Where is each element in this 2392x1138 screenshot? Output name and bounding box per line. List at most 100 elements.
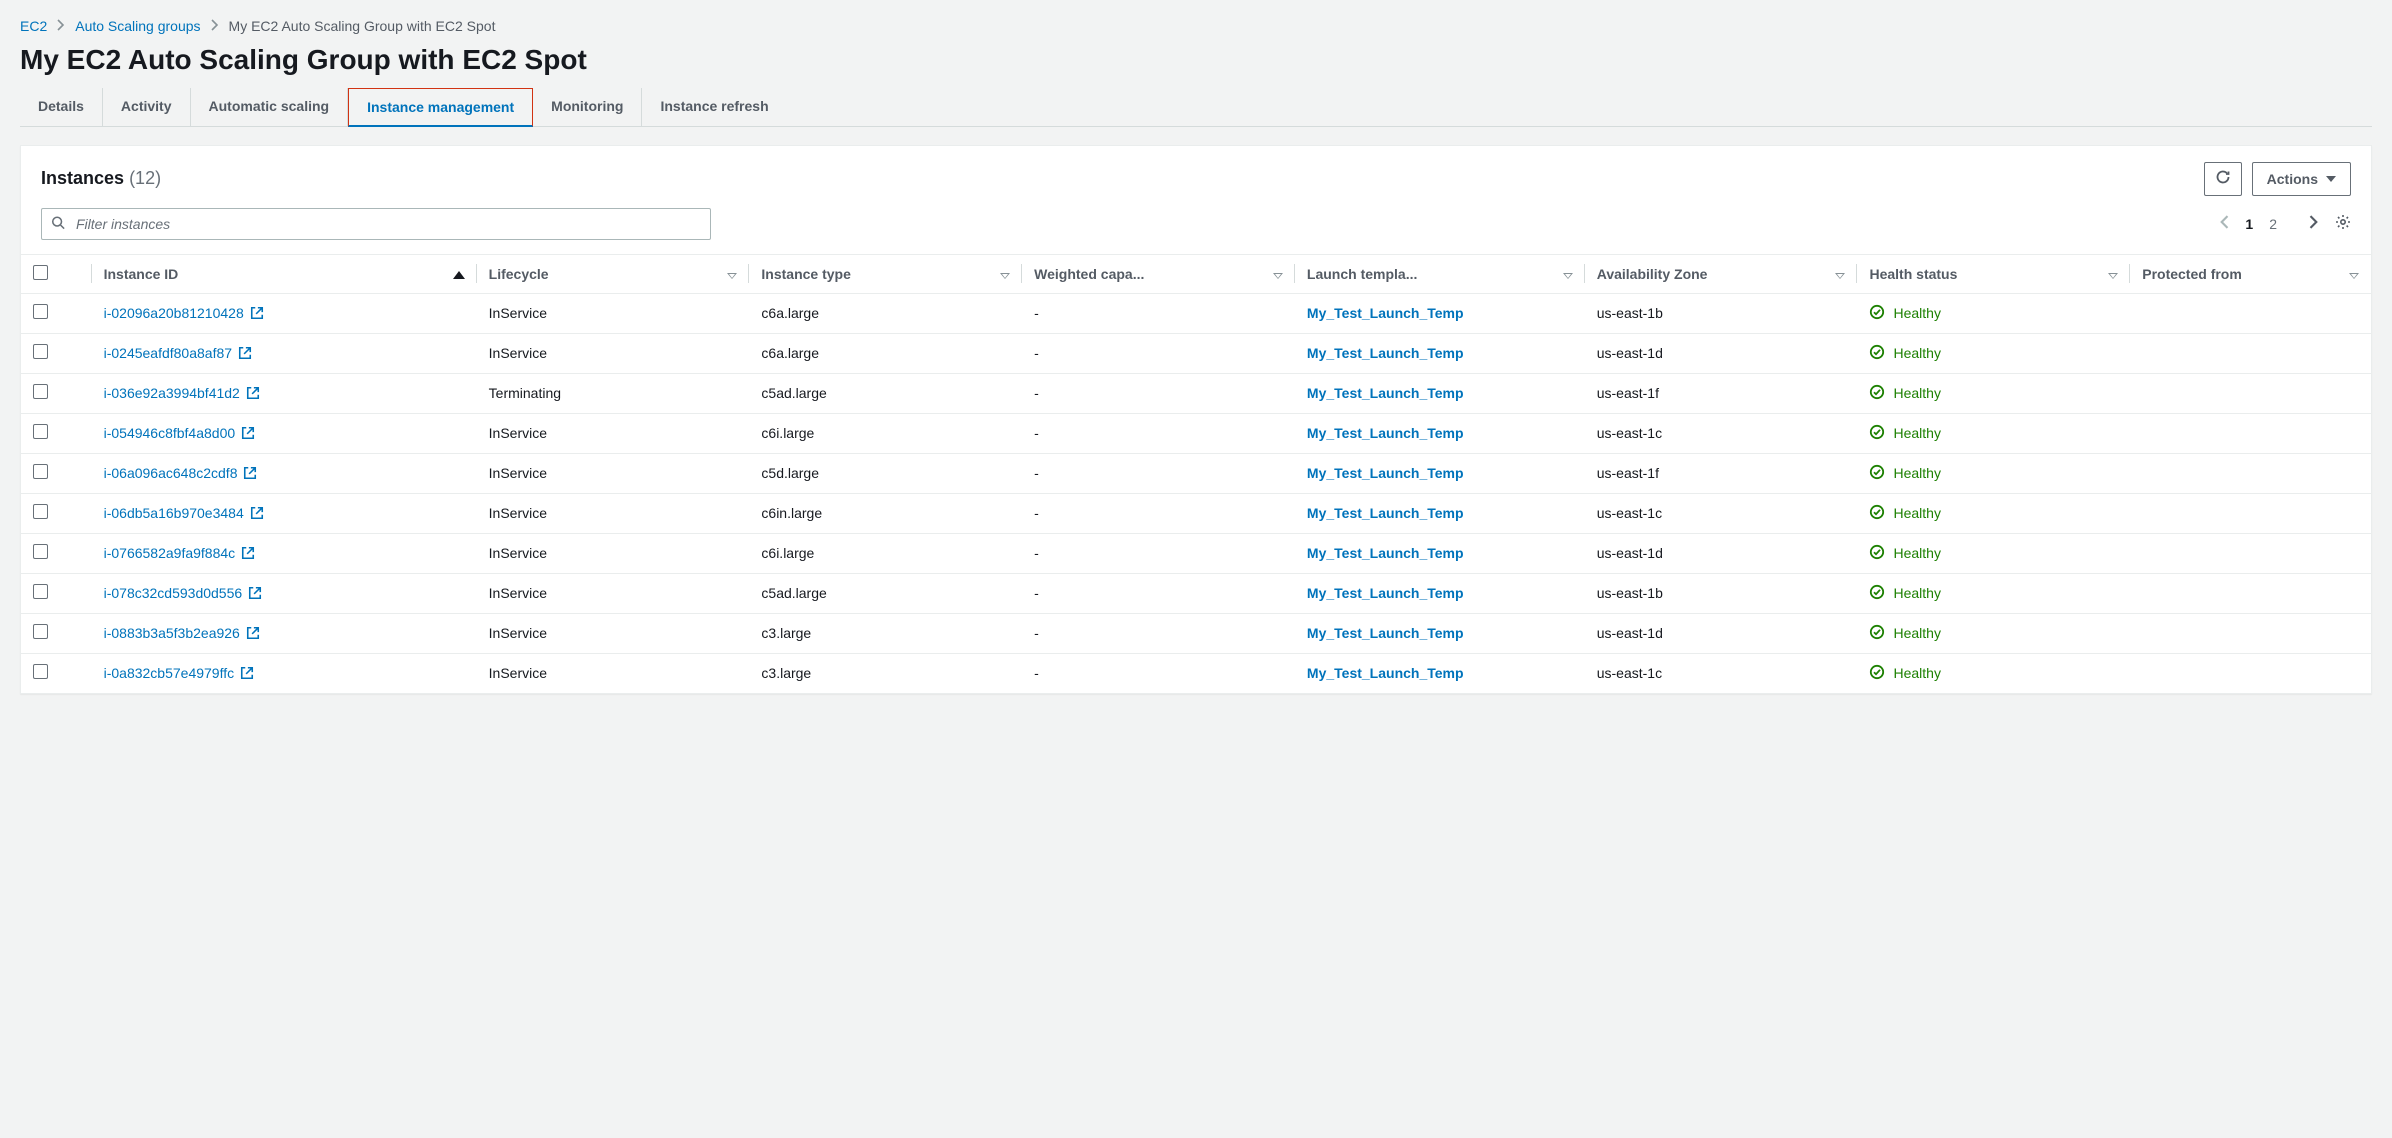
external-link-icon[interactable] [250, 306, 264, 320]
next-page-button[interactable] [2309, 215, 2319, 232]
column-header-instance_id[interactable]: Instance ID [92, 254, 477, 293]
panel-title: Instances (12) [41, 168, 161, 189]
external-link-icon[interactable] [243, 466, 257, 480]
sort-asc-icon [453, 266, 465, 282]
launch-template-link[interactable]: My_Test_Launch_Temp [1307, 305, 1464, 321]
column-header-protected[interactable]: Protected from [2130, 254, 2371, 293]
column-header-weighted[interactable]: Weighted capa... [1022, 254, 1295, 293]
tab-instance-mgmt[interactable]: Instance management [348, 88, 533, 127]
refresh-button[interactable] [2204, 162, 2242, 196]
cell-availability-zone: us-east-1b [1585, 573, 1858, 613]
sort-toggle-icon [1000, 266, 1010, 282]
status-ok-icon [1869, 344, 1885, 363]
cell-availability-zone: us-east-1b [1585, 293, 1858, 333]
launch-template-link[interactable]: My_Test_Launch_Temp [1307, 545, 1464, 561]
launch-template-link[interactable]: My_Test_Launch_Temp [1307, 385, 1464, 401]
caret-down-icon [2326, 176, 2336, 182]
row-checkbox[interactable] [33, 384, 48, 399]
column-header-health[interactable]: Health status [1857, 254, 2130, 293]
sort-toggle-icon [1563, 266, 1573, 282]
instance-id-link[interactable]: i-06a096ac648c2cdf8 [104, 465, 238, 481]
cell-instance-type: c5d.large [749, 453, 1022, 493]
launch-template-link[interactable]: My_Test_Launch_Temp [1307, 665, 1464, 681]
launch-template-link[interactable]: My_Test_Launch_Temp [1307, 505, 1464, 521]
row-checkbox[interactable] [33, 344, 48, 359]
row-checkbox[interactable] [33, 464, 48, 479]
external-link-icon[interactable] [246, 626, 260, 640]
instance-id-link[interactable]: i-0245eafdf80a8af87 [104, 345, 232, 361]
launch-template-link[interactable]: My_Test_Launch_Temp [1307, 425, 1464, 441]
launch-template-link[interactable]: My_Test_Launch_Temp [1307, 465, 1464, 481]
tab-auto-scaling[interactable]: Automatic scaling [191, 88, 349, 126]
table-row: i-02096a20b81210428InServicec6a.large-My… [21, 293, 2371, 333]
instance-id-link[interactable]: i-0883b3a5f3b2ea926 [104, 625, 240, 641]
tab-instance-refresh[interactable]: Instance refresh [642, 88, 786, 126]
table-row: i-0883b3a5f3b2ea926InServicec3.large-My_… [21, 613, 2371, 653]
external-link-icon[interactable] [250, 506, 264, 520]
column-header-lifecycle[interactable]: Lifecycle [477, 254, 750, 293]
cell-protected-from [2130, 573, 2371, 613]
instance-id-link[interactable]: i-078c32cd593d0d556 [104, 585, 243, 601]
select-all-checkbox[interactable] [33, 265, 48, 280]
external-link-icon[interactable] [248, 586, 262, 600]
tab-details[interactable]: Details [20, 88, 103, 126]
table-row: i-036e92a3994bf41d2Terminatingc5ad.large… [21, 373, 2371, 413]
column-header-az[interactable]: Availability Zone [1585, 254, 1858, 293]
settings-button[interactable] [2335, 214, 2351, 233]
health-status: Healthy [1869, 304, 2118, 323]
table-row: i-054946c8fbf4a8d00InServicec6i.large-My… [21, 413, 2371, 453]
instance-id-link[interactable]: i-0a832cb57e4979ffc [104, 665, 235, 681]
tab-activity[interactable]: Activity [103, 88, 191, 126]
row-checkbox[interactable] [33, 584, 48, 599]
cell-lifecycle: InService [477, 493, 750, 533]
row-checkbox[interactable] [33, 664, 48, 679]
column-header-instance_type[interactable]: Instance type [749, 254, 1022, 293]
row-checkbox[interactable] [33, 424, 48, 439]
cell-protected-from [2130, 493, 2371, 533]
external-link-icon[interactable] [241, 546, 255, 560]
prev-page-button[interactable] [2219, 215, 2229, 232]
cell-weighted-capacity: - [1022, 653, 1295, 693]
row-checkbox[interactable] [33, 304, 48, 319]
external-link-icon[interactable] [241, 426, 255, 440]
cell-instance-type: c6i.large [749, 413, 1022, 453]
status-ok-icon [1869, 544, 1885, 563]
cell-availability-zone: us-east-1f [1585, 453, 1858, 493]
health-status: Healthy [1869, 504, 2118, 523]
breadcrumb-asg[interactable]: Auto Scaling groups [75, 18, 200, 34]
cell-instance-type: c5ad.large [749, 573, 1022, 613]
pagination: 12 [2219, 214, 2351, 233]
external-link-icon[interactable] [246, 386, 260, 400]
page-2[interactable]: 2 [2269, 216, 2277, 232]
breadcrumb-ec2[interactable]: EC2 [20, 18, 47, 34]
sort-toggle-icon [2349, 266, 2359, 282]
cell-weighted-capacity: - [1022, 533, 1295, 573]
chevron-right-icon [211, 18, 219, 34]
row-checkbox[interactable] [33, 624, 48, 639]
instance-id-link[interactable]: i-06db5a16b970e3484 [104, 505, 244, 521]
filter-instances-input[interactable] [41, 208, 711, 240]
column-header-launch_template[interactable]: Launch templa... [1295, 254, 1585, 293]
launch-template-link[interactable]: My_Test_Launch_Temp [1307, 625, 1464, 641]
row-checkbox[interactable] [33, 544, 48, 559]
page-1[interactable]: 1 [2245, 216, 2253, 232]
launch-template-link[interactable]: My_Test_Launch_Temp [1307, 585, 1464, 601]
tab-monitoring[interactable]: Monitoring [533, 88, 642, 126]
health-status: Healthy [1869, 384, 2118, 403]
instance-id-link[interactable]: i-054946c8fbf4a8d00 [104, 425, 236, 441]
instances-panel: Instances (12) Actions [20, 145, 2372, 694]
instance-id-link[interactable]: i-0766582a9fa9f884c [104, 545, 236, 561]
launch-template-link[interactable]: My_Test_Launch_Temp [1307, 345, 1464, 361]
external-link-icon[interactable] [238, 346, 252, 360]
status-ok-icon [1869, 584, 1885, 603]
row-checkbox[interactable] [33, 504, 48, 519]
status-ok-icon [1869, 624, 1885, 643]
instance-id-link[interactable]: i-036e92a3994bf41d2 [104, 385, 240, 401]
sort-toggle-icon [1835, 266, 1845, 282]
external-link-icon[interactable] [240, 666, 254, 680]
actions-button[interactable]: Actions [2252, 162, 2351, 196]
cell-weighted-capacity: - [1022, 293, 1295, 333]
instance-id-link[interactable]: i-02096a20b81210428 [104, 305, 244, 321]
cell-weighted-capacity: - [1022, 333, 1295, 373]
cell-instance-type: c6a.large [749, 293, 1022, 333]
